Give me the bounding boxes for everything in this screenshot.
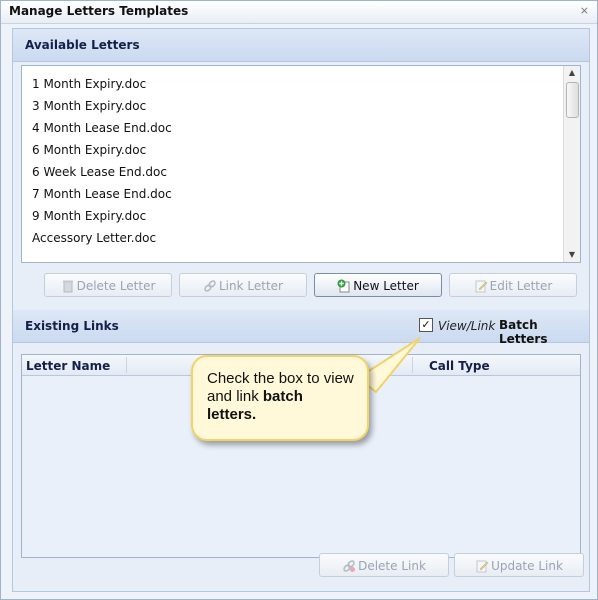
existing-links-header: Existing Links ✓ View/Link Batch Letters: [13, 310, 589, 346]
column-separator: [412, 357, 413, 373]
view-link-checkbox[interactable]: ✓: [419, 318, 433, 332]
list-item[interactable]: 6 Month Expiry.doc: [32, 143, 146, 157]
trash-icon: [61, 277, 75, 293]
unlink-icon: [342, 557, 356, 572]
title-bar: Manage Letters Templates ⨯: [1, 1, 597, 24]
delete-letter-label: Delete Letter: [76, 279, 156, 293]
column-separator: [126, 357, 127, 373]
list-item[interactable]: Accessory Letter.doc: [32, 231, 156, 245]
close-icon[interactable]: ⨯: [580, 4, 589, 17]
list-item[interactable]: 9 Month Expiry.doc: [32, 209, 146, 223]
list-item[interactable]: 6 Week Lease End.doc: [32, 165, 167, 179]
delete-link-label: Delete Link: [358, 559, 426, 573]
manage-letters-dialog: Manage Letters Templates ⨯ Available Let…: [0, 0, 598, 600]
link-letter-button[interactable]: Link Letter: [179, 273, 307, 297]
scroll-up-arrow-icon[interactable]: ▲: [564, 66, 580, 80]
available-letters-list[interactable]: 1 Month Expiry.doc 3 Month Expiry.doc 4 …: [21, 65, 581, 263]
available-letters-title: Available Letters: [25, 38, 140, 52]
available-letters-header: Available Letters: [13, 29, 589, 62]
column-letter-name[interactable]: Letter Name: [26, 359, 110, 373]
scroll-down-arrow-icon[interactable]: ▼: [564, 248, 580, 262]
list-item[interactable]: 4 Month Lease End.doc: [32, 121, 172, 135]
new-letter-button[interactable]: New Letter: [314, 273, 442, 297]
update-link-label: Update Link: [491, 559, 563, 573]
delete-link-button[interactable]: Delete Link: [319, 553, 449, 577]
scroll-thumb[interactable]: [566, 82, 579, 118]
new-letter-label: New Letter: [353, 279, 419, 293]
list-item[interactable]: 1 Month Expiry.doc: [32, 77, 146, 91]
update-link-button[interactable]: Update Link: [454, 553, 584, 577]
link-letter-label: Link Letter: [219, 279, 283, 293]
list-item[interactable]: 3 Month Expiry.doc: [32, 99, 146, 113]
edit-letter-label: Edit Letter: [489, 279, 553, 293]
edit-document-icon: [475, 557, 489, 573]
new-document-icon: [337, 277, 351, 293]
batch-letters-label: Batch Letters: [499, 318, 548, 346]
column-call-type[interactable]: Call Type: [429, 359, 490, 373]
existing-links-title: Existing Links: [25, 319, 119, 333]
callout-text-suffix: .: [252, 406, 257, 423]
delete-letter-button[interactable]: Delete Letter: [44, 273, 172, 297]
dialog-title: Manage Letters Templates: [9, 4, 189, 18]
letters-panel: Available Letters 1 Month Expiry.doc 3 M…: [12, 28, 590, 592]
callout-tooltip: Check the box to view and link batch let…: [191, 355, 369, 441]
list-scrollbar[interactable]: ▲ ▼: [563, 66, 580, 262]
edit-document-icon: [474, 277, 488, 293]
view-link-label: View/Link: [438, 319, 496, 333]
list-item[interactable]: 7 Month Lease End.doc: [32, 187, 172, 201]
chain-link-icon: [203, 277, 217, 292]
edit-letter-button[interactable]: Edit Letter: [449, 273, 577, 297]
